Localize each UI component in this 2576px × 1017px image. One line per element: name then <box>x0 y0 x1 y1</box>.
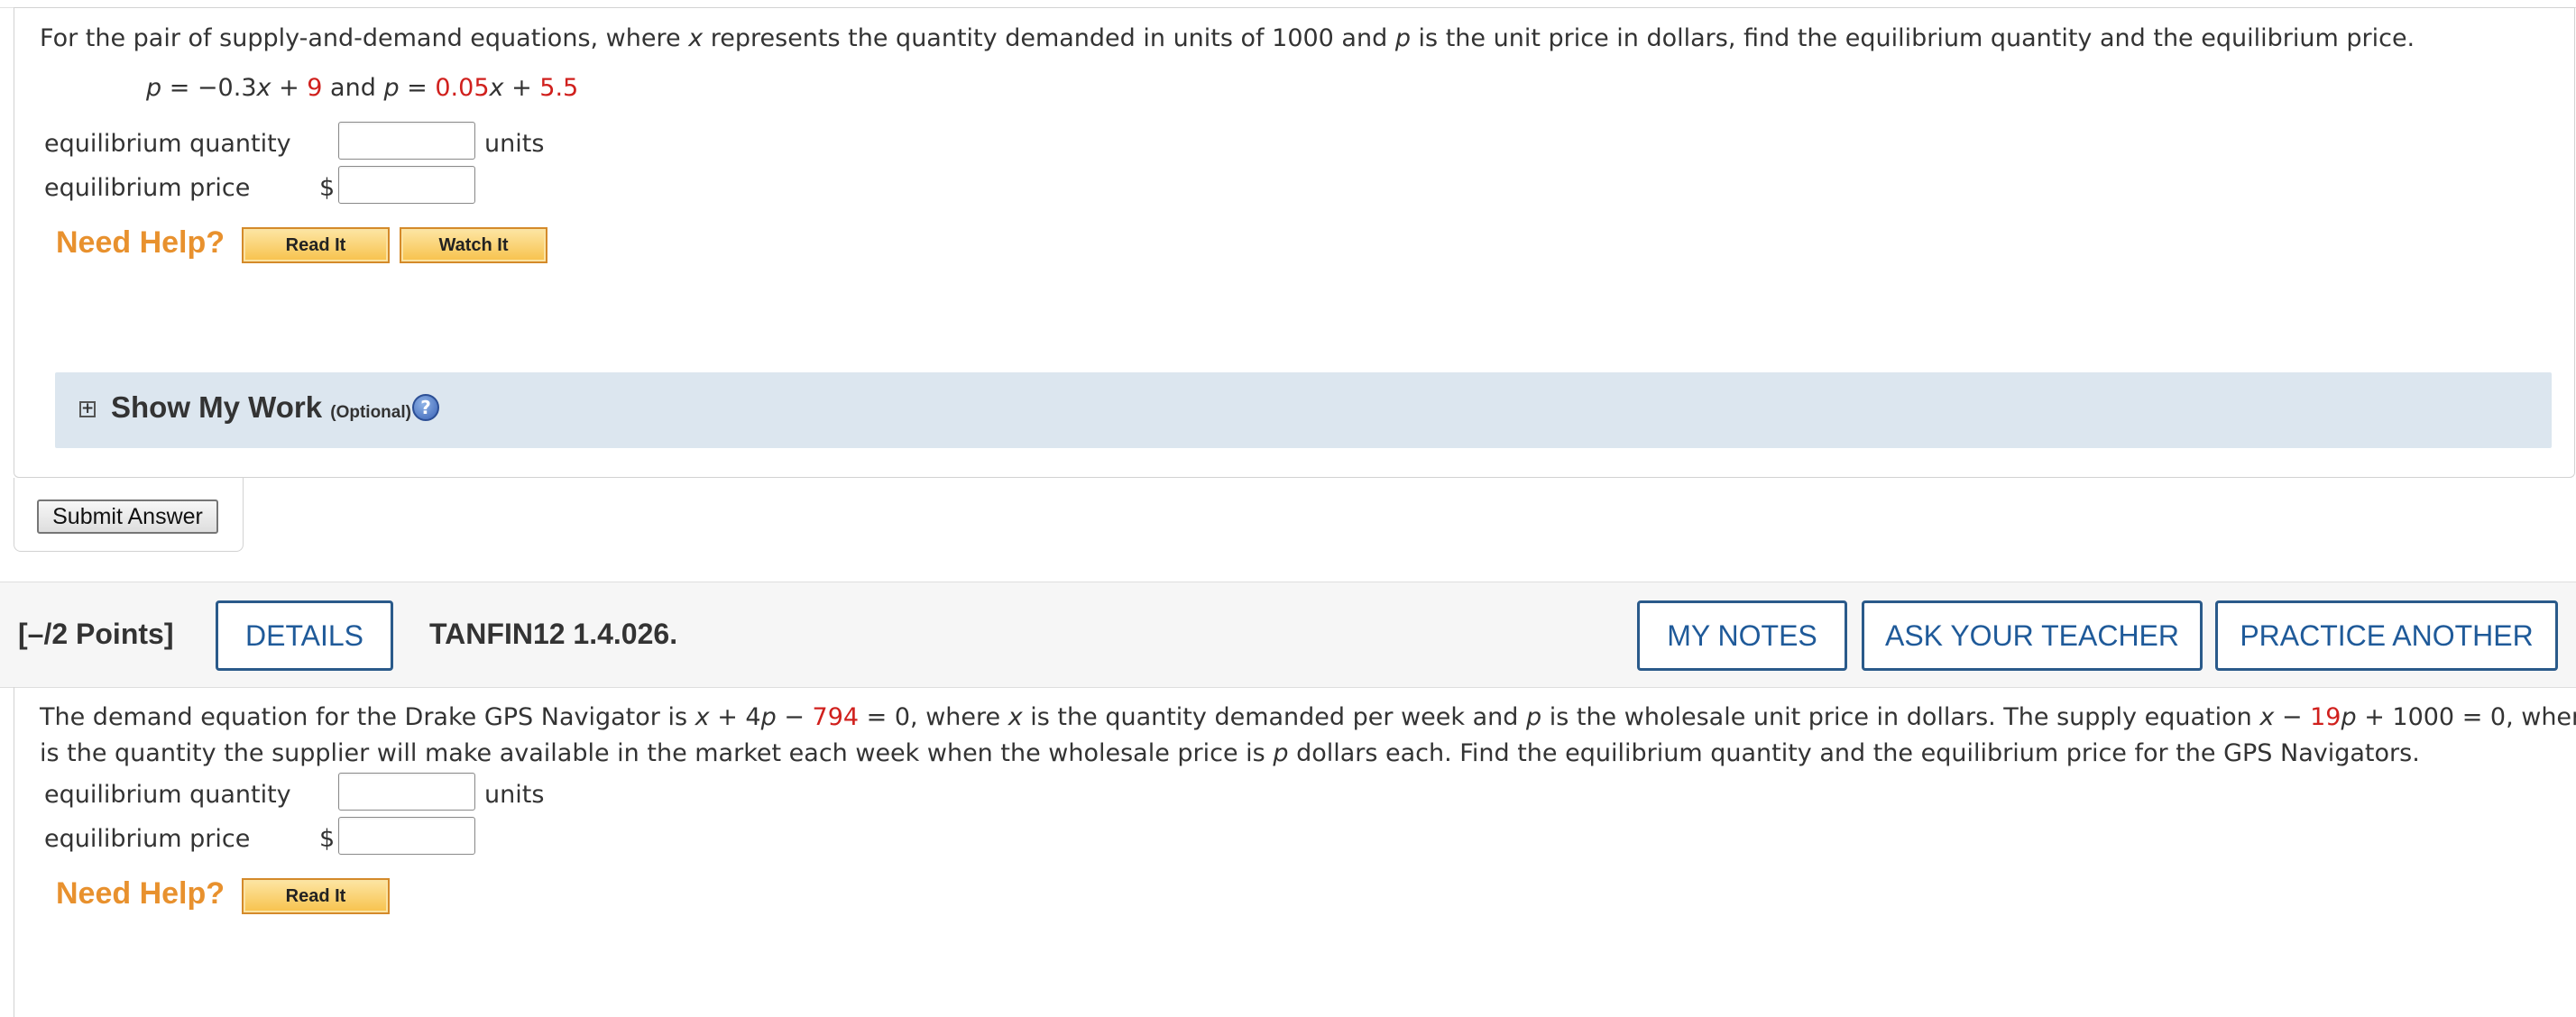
show-my-work-bar[interactable]: + Show My Work (Optional) ? <box>55 372 2552 448</box>
question-1-prompt: For the pair of supply-and-demand equati… <box>40 24 2415 52</box>
details-button[interactable]: DETAILS <box>216 600 393 671</box>
q1-price-input[interactable] <box>338 166 475 204</box>
plus-square-icon[interactable]: + <box>79 401 96 417</box>
question-2-header: [–/2 Points] DETAILS TANFIN12 1.4.026. M… <box>0 582 2576 688</box>
q1-quantity-label: equilibrium quantity <box>44 130 291 158</box>
q2-need-help-label: Need Help? <box>56 876 225 911</box>
submit-answer-button[interactable]: Submit Answer <box>37 499 218 534</box>
q1-need-help-label: Need Help? <box>56 225 225 260</box>
q1-watch-it-button[interactable]: Watch It <box>400 227 547 263</box>
webassign-page: For the pair of supply-and-demand equati… <box>0 0 2576 1017</box>
question-1-panel: For the pair of supply-and-demand equati… <box>14 7 2575 478</box>
q2-price-input[interactable] <box>338 817 475 855</box>
q1-price-prefix: $ <box>319 174 336 202</box>
q1-read-it-button[interactable]: Read It <box>242 227 390 263</box>
q2-price-label: equilibrium price <box>44 825 251 853</box>
question-id: TANFIN12 1.4.026. <box>429 618 678 650</box>
question-1-equation: p = −0.3x + 9 and p = 0.05x + 5.5 <box>146 74 579 102</box>
q1-price-label: equilibrium price <box>44 174 251 202</box>
question-2-prompt-line-1: The demand equation for the Drake GPS Na… <box>40 703 2576 731</box>
question-2-panel: The demand equation for the Drake GPS Na… <box>14 687 2576 1017</box>
show-my-work-title[interactable]: Show My Work (Optional) <box>111 390 411 425</box>
practice-another-button[interactable]: PRACTICE ANOTHER <box>2215 600 2558 671</box>
q1-quantity-input[interactable] <box>338 122 475 160</box>
question-circle-icon[interactable]: ? <box>412 394 439 421</box>
q2-price-prefix: $ <box>319 825 336 853</box>
show-my-work-optional: (Optional) <box>330 403 411 422</box>
points-label: [–/2 Points] <box>18 618 174 650</box>
q2-quantity-input[interactable] <box>338 773 475 811</box>
q1-quantity-unit: units <box>484 130 545 158</box>
question-2-prompt-line-2: is the quantity the supplier will make a… <box>40 739 2420 767</box>
q2-quantity-unit: units <box>484 781 545 809</box>
ask-your-teacher-button[interactable]: ASK YOUR TEACHER <box>1862 600 2203 671</box>
q2-quantity-label: equilibrium quantity <box>44 781 291 809</box>
q2-read-it-button[interactable]: Read It <box>242 878 390 914</box>
my-notes-button[interactable]: MY NOTES <box>1637 600 1847 671</box>
